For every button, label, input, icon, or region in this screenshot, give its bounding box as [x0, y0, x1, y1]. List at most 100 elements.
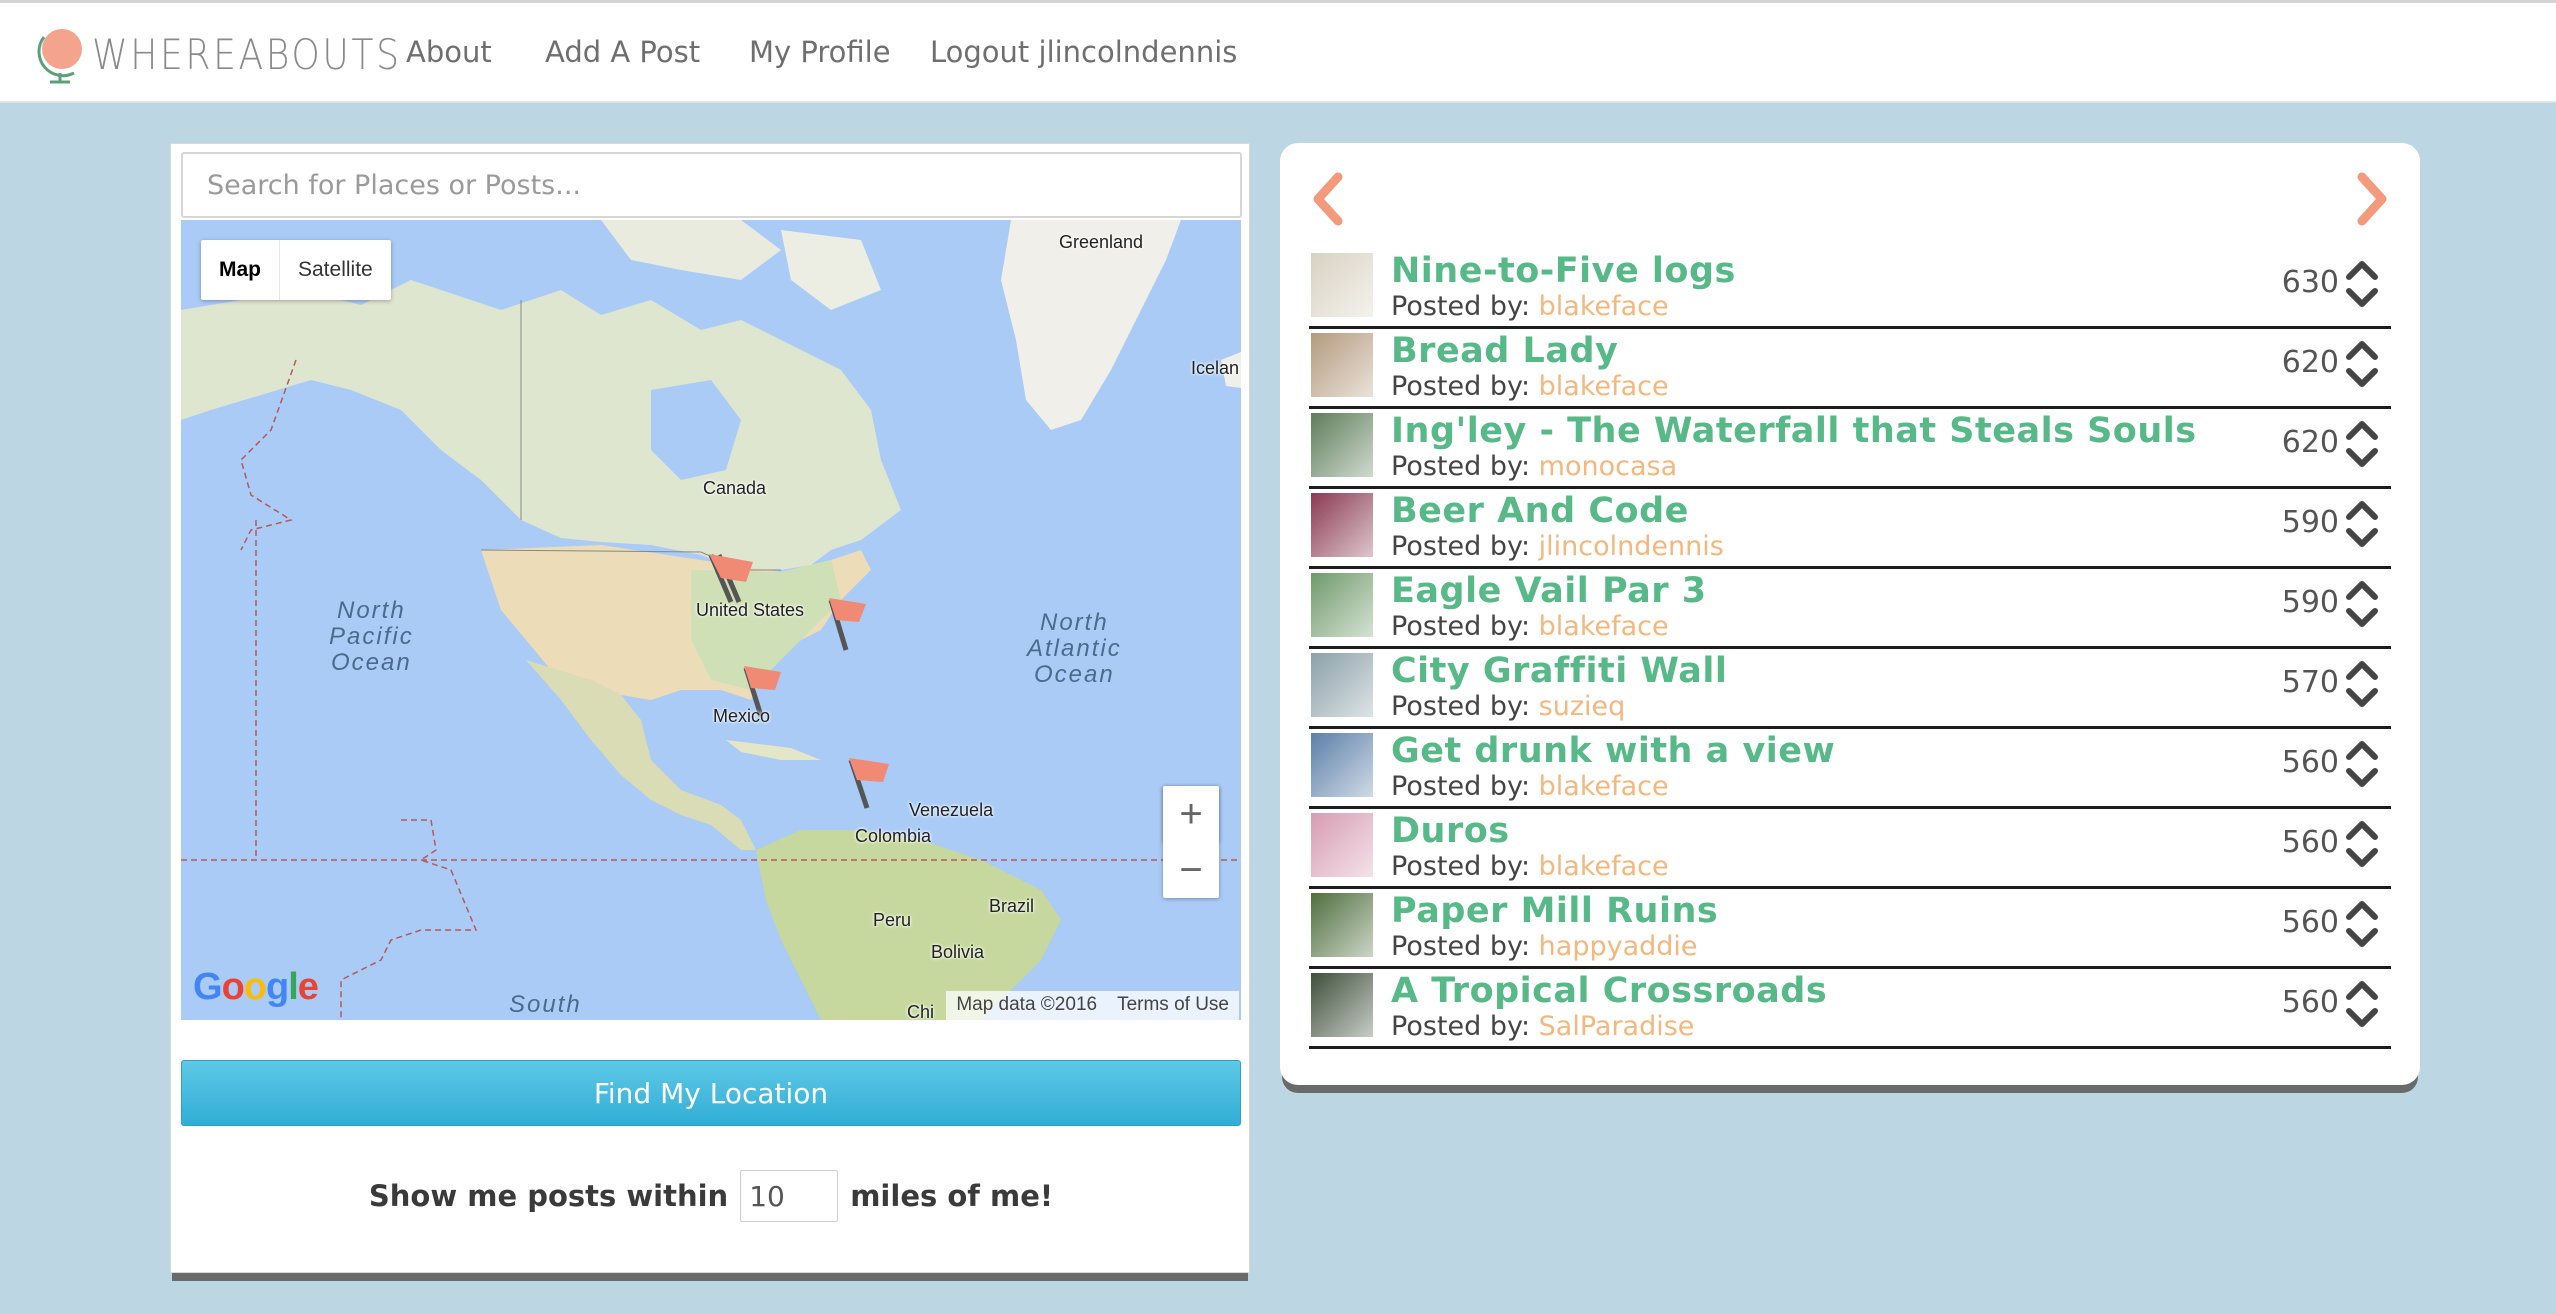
post-author-link[interactable]: suzieq [1539, 691, 1626, 722]
post-byline: Posted by: SalParadise [1391, 1011, 1694, 1042]
post-title[interactable]: Paper Mill Ruins [1391, 891, 1718, 931]
post-author-link[interactable]: happyaddie [1539, 931, 1698, 962]
map-type-map-button[interactable]: Map [201, 240, 279, 300]
chevron-up-icon[interactable] [2345, 819, 2379, 841]
chevron-down-icon[interactable] [2345, 927, 2379, 949]
post-thumbnail[interactable] [1311, 493, 1373, 557]
chevron-down-icon[interactable] [2345, 527, 2379, 549]
post-score: 620 [2281, 425, 2339, 460]
nav-my-profile-link[interactable]: My Profile [749, 35, 891, 69]
zoom-control: + − [1163, 786, 1219, 898]
post-row[interactable]: Paper Mill Ruins Posted by: happyaddie 560 [1309, 889, 2391, 969]
chevron-up-icon[interactable] [2345, 419, 2379, 441]
zoom-out-button[interactable]: − [1163, 842, 1219, 898]
nav-logout-link[interactable]: Logout jlincolndennis [930, 35, 1237, 69]
post-row[interactable]: Get drunk with a view Posted by: blakefac… [1309, 729, 2391, 809]
post-author-link[interactable]: blakeface [1539, 291, 1669, 322]
posted-by-label: Posted by: [1391, 531, 1539, 562]
chevron-left-icon[interactable] [1308, 171, 1348, 227]
brand-logo[interactable]: WHEREABOUTS [34, 23, 452, 85]
radius-input[interactable] [740, 1170, 839, 1222]
flag-marker-icon[interactable] [828, 598, 866, 651]
post-thumbnail[interactable] [1311, 973, 1373, 1037]
globe-icon [37, 29, 82, 84]
post-title[interactable]: Bread Lady [1391, 331, 1618, 371]
radius-filter: Show me posts within miles of me! [171, 1169, 1251, 1223]
chevron-up-icon[interactable] [2345, 739, 2379, 761]
flag-marker-icon[interactable] [848, 758, 889, 809]
post-score: 560 [2281, 985, 2339, 1020]
zoom-in-button[interactable]: + [1163, 786, 1219, 842]
nav-about-link[interactable]: About [406, 35, 492, 69]
google-logo: Google [193, 966, 319, 1009]
post-title[interactable]: Ing'ley - The Waterfall that Steals Soul… [1391, 411, 2197, 451]
post-thumbnail[interactable] [1311, 333, 1373, 397]
post-thumbnail[interactable] [1311, 893, 1373, 957]
post-score: 620 [2281, 345, 2339, 380]
post-title[interactable]: Nine-to-Five logs [1391, 251, 1736, 291]
map-type-satellite-button[interactable]: Satellite [280, 240, 391, 300]
find-my-location-button[interactable]: Find My Location [181, 1060, 1241, 1126]
posted-by-label: Posted by: [1391, 371, 1539, 402]
terms-of-use-link[interactable]: Terms of Use [1107, 991, 1239, 1020]
chevron-up-icon[interactable] [2345, 339, 2379, 361]
google-logo-letter: g [266, 966, 289, 1008]
post-author-link[interactable]: SalParadise [1539, 1011, 1695, 1042]
post-title[interactable]: Duros [1391, 811, 1510, 851]
radius-suffix-label: miles of me! [850, 1179, 1054, 1213]
post-title[interactable]: Get drunk with a view [1391, 731, 1835, 771]
map-label-colombia: Colombia [855, 826, 932, 846]
post-row[interactable]: Duros Posted by: blakeface 560 [1309, 809, 2391, 889]
post-thumbnail[interactable] [1311, 733, 1373, 797]
post-row[interactable]: City Graffiti Wall Posted by: suzieq 570 [1309, 649, 2391, 729]
post-thumbnail[interactable] [1311, 573, 1373, 637]
post-byline: Posted by: jlincolndennis [1391, 531, 1724, 562]
post-title[interactable]: A Tropical Crossroads [1391, 971, 1827, 1011]
chevron-down-icon[interactable] [2345, 447, 2379, 469]
chevron-down-icon[interactable] [2345, 687, 2379, 709]
chevron-down-icon[interactable] [2345, 607, 2379, 629]
chevron-up-icon[interactable] [2345, 259, 2379, 281]
post-row[interactable]: Bread Lady Posted by: blakeface 620 [1309, 329, 2391, 409]
post-thumbnail[interactable] [1311, 653, 1373, 717]
google-logo-letter: o [243, 966, 267, 1008]
chevron-up-icon[interactable] [2345, 979, 2379, 1001]
search-input[interactable] [181, 152, 1242, 218]
post-author-link[interactable]: jlincolndennis [1539, 531, 1724, 562]
post-list: Nine-to-Five logs Posted by: blakeface 630… [1309, 249, 2391, 1049]
chevron-up-icon[interactable] [2345, 659, 2379, 681]
post-row[interactable]: Ing'ley - The Waterfall that Steals Soul… [1309, 409, 2391, 489]
map-view[interactable]: Map Satellite Greenland Icelan Canada Un… [181, 220, 1241, 1020]
map-label-mexico: Mexico [713, 706, 771, 726]
post-title[interactable]: Eagle Vail Par 3 [1391, 571, 1707, 611]
post-author-link[interactable]: blakeface [1539, 851, 1669, 882]
chevron-down-icon[interactable] [2345, 1007, 2379, 1029]
post-author-link[interactable]: blakeface [1539, 611, 1669, 642]
post-row[interactable]: Eagle Vail Par 3 Posted by: blakeface 590 [1309, 569, 2391, 649]
post-thumbnail[interactable] [1311, 813, 1373, 877]
post-author-link[interactable]: monocasa [1539, 451, 1677, 482]
post-title[interactable]: City Graffiti Wall [1391, 651, 1727, 691]
nav-add-post-link[interactable]: Add A Post [545, 35, 700, 69]
chevron-up-icon[interactable] [2345, 899, 2379, 921]
post-row[interactable]: Beer And Code Posted by: jlincolndennis 59… [1309, 489, 2391, 569]
chevron-down-icon[interactable] [2345, 847, 2379, 869]
chevron-down-icon[interactable] [2345, 767, 2379, 789]
post-row[interactable]: Nine-to-Five logs Posted by: blakeface 630 [1309, 249, 2391, 329]
post-author-link[interactable]: blakeface [1539, 371, 1669, 402]
posted-by-label: Posted by: [1391, 291, 1539, 322]
chevron-up-icon[interactable] [2345, 579, 2379, 601]
post-row[interactable]: A Tropical Crossroads Posted by: SalParad… [1309, 969, 2391, 1049]
posted-by-label: Posted by: [1391, 771, 1539, 802]
chevron-up-icon[interactable] [2345, 499, 2379, 521]
chevron-right-icon[interactable] [2352, 171, 2392, 227]
post-thumbnail[interactable] [1311, 253, 1373, 317]
post-thumbnail[interactable] [1311, 413, 1373, 477]
chevron-down-icon[interactable] [2345, 287, 2379, 309]
chevron-down-icon[interactable] [2345, 367, 2379, 389]
post-title[interactable]: Beer And Code [1391, 491, 1689, 531]
post-byline: Posted by: blakeface [1391, 611, 1669, 642]
post-author-link[interactable]: blakeface [1539, 771, 1669, 802]
google-logo-letter: l [288, 966, 299, 1008]
navbar: WHEREABOUTS About Add A Post My Profile … [0, 0, 2556, 103]
